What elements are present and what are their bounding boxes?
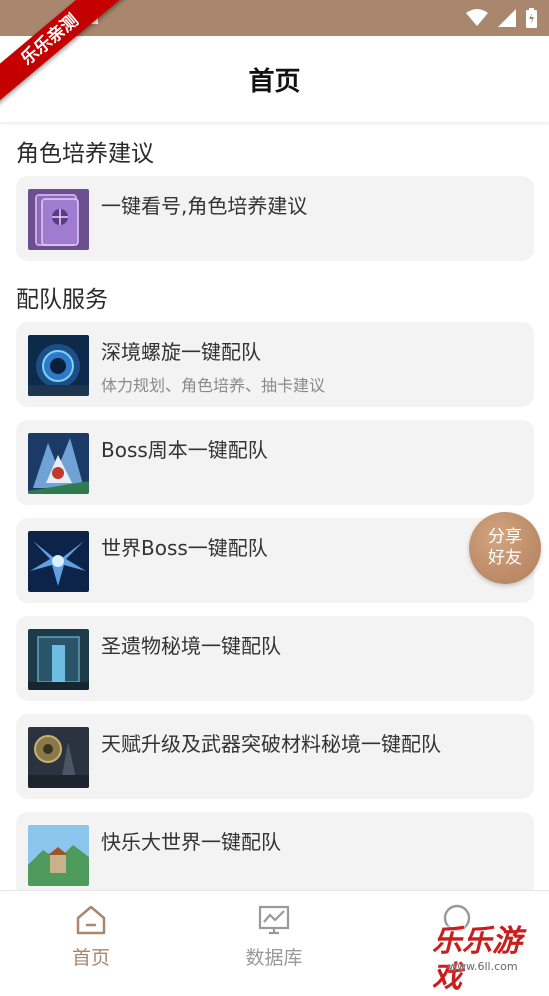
card-title: 一键看号,角色培养建议 — [101, 194, 308, 218]
weekly-boss-thumbnail — [28, 433, 89, 494]
card-account-check[interactable]: 一键看号,角色培养建议 — [16, 176, 534, 261]
status-icons — [466, 7, 537, 29]
happy-world-thumbnail — [28, 825, 89, 886]
nav-label-database: 数据库 — [245, 947, 303, 969]
chart-monitor-icon — [258, 905, 290, 935]
nav-label-home: 首页 — [71, 947, 110, 969]
card-world-boss[interactable]: 世界Boss一键配队 — [16, 518, 534, 603]
nav-item-database[interactable]: 数据库 — [224, 891, 324, 978]
share-button-line1: 分享 — [488, 527, 522, 547]
page-title: 首页 — [248, 66, 301, 97]
talent-domain-thumbnail — [28, 727, 89, 788]
section-title-team-service: 配队服务 — [16, 287, 108, 313]
card-spiral-abyss[interactable]: 深境螺旋一键配队 体力规划、角色培养、抽卡建议 — [16, 322, 534, 407]
app-header: 首页 — [0, 36, 549, 122]
card-weekly-boss[interactable]: Boss周本一键配队 — [16, 420, 534, 505]
world-boss-thumbnail — [28, 531, 89, 592]
section-title-character-advice: 角色培养建议 — [16, 141, 154, 167]
home-icon — [76, 905, 106, 935]
share-friends-button[interactable]: 分享 好友 — [469, 512, 541, 584]
artifact-domain-thumbnail — [28, 629, 89, 690]
nav-item-home[interactable]: 首页 — [41, 891, 141, 978]
card-artifact-domain[interactable]: 圣遗物秘境一键配队 — [16, 616, 534, 701]
signal-icon — [498, 9, 516, 27]
main-content[interactable]: 角色培养建议 一键看号,角色培养建议 配队服务 深境螺旋一键配队 体力规划、角色… — [0, 122, 549, 890]
card-talent-material-domain[interactable]: 天赋升级及武器突破材料秘境一键配队 — [16, 714, 534, 799]
card-title: 圣遗物秘境一键配队 — [101, 634, 281, 658]
share-button-line2: 好友 — [488, 548, 522, 568]
card-title: 天赋升级及武器突破材料秘境一键配队 — [101, 732, 441, 756]
watermark-url: www.6ll.com — [448, 960, 518, 973]
book-thumbnail — [28, 189, 89, 250]
card-title: 快乐大世界一键配队 — [101, 830, 281, 854]
card-title: Boss周本一键配队 — [101, 438, 268, 462]
wifi-icon — [466, 9, 488, 26]
card-title: 深境螺旋一键配队 — [101, 340, 261, 364]
card-subtitle: 体力规划、角色培养、抽卡建议 — [101, 376, 326, 395]
battery-icon — [526, 8, 537, 28]
abyss-thumbnail — [28, 335, 89, 396]
card-happy-world[interactable]: 快乐大世界一键配队 — [16, 812, 534, 890]
card-title: 世界Boss一键配队 — [101, 536, 268, 560]
